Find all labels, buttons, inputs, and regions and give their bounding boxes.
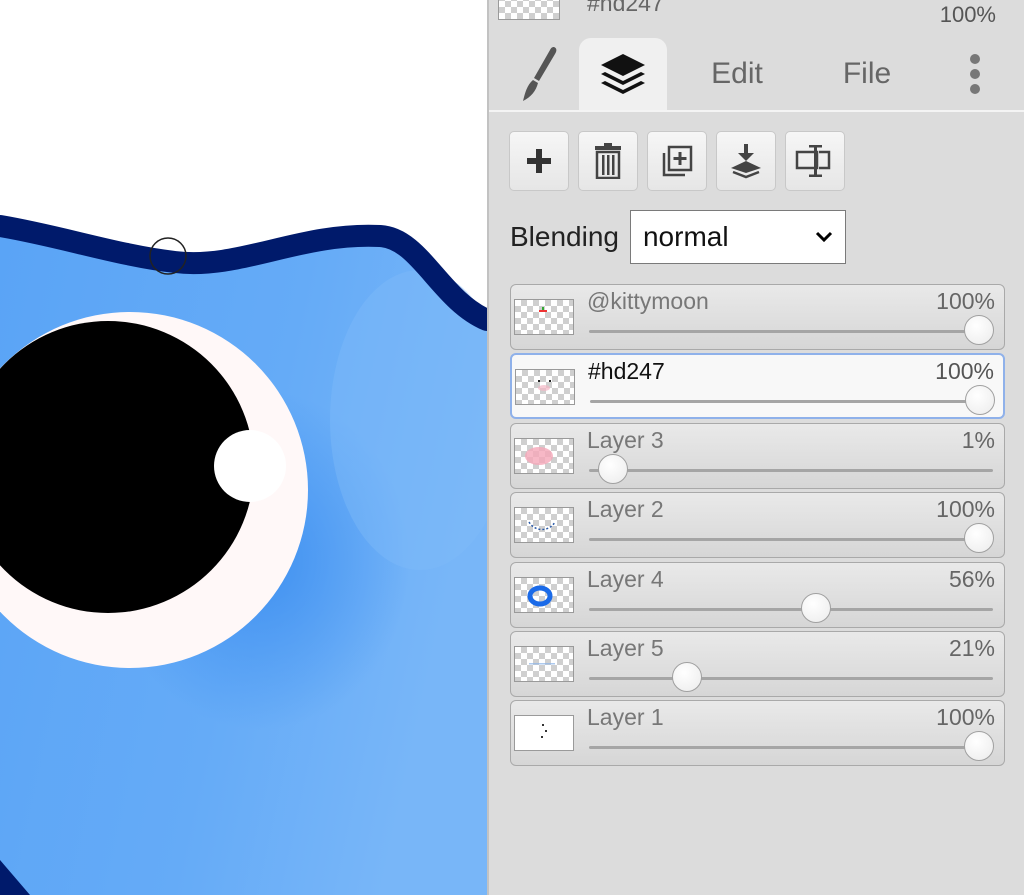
plus-icon: [527, 149, 551, 173]
layers-icon: [601, 54, 645, 94]
layer-name: Layer 4: [587, 565, 664, 592]
layer-name: Layer 3: [587, 426, 664, 453]
layer-row[interactable]: @kittymoon 100%: [510, 284, 1005, 350]
opacity-slider-handle[interactable]: [671, 661, 702, 692]
eye-highlight: [214, 430, 286, 502]
layer-toolbar: [509, 131, 845, 191]
layer-name: @kittymoon: [587, 288, 709, 314]
layer-thumbnail: [514, 715, 574, 752]
merge-down-button[interactable]: [716, 131, 776, 191]
opacity-slider-track[interactable]: [589, 676, 993, 680]
opacity-slider-track[interactable]: [590, 400, 992, 404]
layer-row[interactable]: Layer 2 100%: [510, 492, 1005, 559]
opacity-slider-track[interactable]: [589, 607, 993, 611]
drawing-canvas[interactable]: [0, 0, 487, 895]
layer-row[interactable]: Layer 1 100%: [510, 700, 1005, 767]
layer-row[interactable]: #hd247 100%: [510, 353, 1005, 420]
duplicate-icon: [662, 145, 693, 177]
layer-opacity: 1%: [961, 426, 995, 453]
opacity-slider-track[interactable]: [589, 330, 993, 333]
layer-thumbnail: [514, 299, 574, 335]
layer-thumbnail: [514, 576, 574, 613]
trash-icon: [595, 143, 621, 179]
layer-row[interactable]: Layer 3 1%: [510, 422, 1005, 489]
brush-icon: [523, 47, 557, 101]
tab-file-label: File: [842, 57, 892, 90]
layer-row[interactable]: Layer 5 21%: [510, 630, 1005, 697]
tab-brush[interactable]: [503, 38, 579, 110]
layer-name: Layer 1: [587, 704, 664, 731]
blending-label: Blending: [510, 221, 619, 252]
panel-tabs: Edit File: [489, 38, 1024, 112]
more-vertical-icon: [970, 54, 980, 94]
rename-layer-button[interactable]: [785, 131, 845, 191]
layer-opacity: 100%: [936, 288, 995, 314]
opacity-slider-handle[interactable]: [964, 523, 994, 554]
tab-file[interactable]: File: [815, 38, 919, 110]
previous-layer-strip: #hd247 100%: [489, 0, 1024, 34]
blending-mode-value: normal: [642, 221, 729, 252]
layer-opacity: 21%: [948, 634, 995, 661]
tab-edit[interactable]: Edit: [685, 38, 789, 110]
layer-thumbnail: [498, 0, 560, 20]
duplicate-layer-button[interactable]: [647, 131, 707, 191]
layer-opacity: 100%: [936, 496, 995, 523]
layer-thumbnail: [515, 369, 575, 406]
rename-icon: [795, 145, 831, 177]
opacity-slider-handle[interactable]: [964, 315, 994, 345]
opacity-slider-track[interactable]: [589, 746, 993, 750]
layer-opacity: 100%: [935, 358, 994, 385]
opacity-slider-handle[interactable]: [801, 592, 832, 623]
opacity-slider-handle[interactable]: [964, 731, 994, 762]
layer-opacity: 100%: [936, 704, 995, 731]
merge-down-icon: [731, 144, 761, 179]
layer-opacity: 56%: [948, 565, 995, 592]
opacity-slider-handle[interactable]: [965, 385, 995, 416]
layer-name: #hd247: [587, 0, 664, 16]
blending-mode-select[interactable]: normal: [629, 210, 846, 264]
layer-row[interactable]: Layer 4 56%: [510, 561, 1005, 628]
layer-list: @kittymoon 100% #hd247 100% Layer 3 1% Layer 2…: [510, 284, 1005, 770]
tab-more[interactable]: [955, 38, 995, 110]
opacity-slider-track[interactable]: [589, 468, 993, 472]
layer-thumbnail: [514, 437, 574, 474]
layer-opacity: 100%: [939, 2, 996, 27]
tab-edit-label: Edit: [711, 57, 763, 90]
layer-thumbnail: [514, 507, 574, 544]
layer-name: #hd247: [588, 358, 665, 385]
tab-layers[interactable]: [579, 38, 667, 110]
layers-panel: #hd247 100% Edit File Blending normal @k…: [487, 0, 1024, 895]
delete-layer-button[interactable]: [578, 131, 638, 191]
blending-row: Blending normal: [510, 210, 846, 264]
layer-thumbnail: [514, 645, 574, 682]
canvas-artwork: [0, 215, 487, 895]
opacity-slider-handle[interactable]: [597, 453, 628, 484]
opacity-slider-track[interactable]: [589, 538, 993, 542]
chevron-down-icon: [815, 231, 833, 243]
layer-name: Layer 2: [587, 496, 664, 523]
add-layer-button[interactable]: [509, 131, 569, 191]
layer-name: Layer 5: [587, 634, 664, 661]
